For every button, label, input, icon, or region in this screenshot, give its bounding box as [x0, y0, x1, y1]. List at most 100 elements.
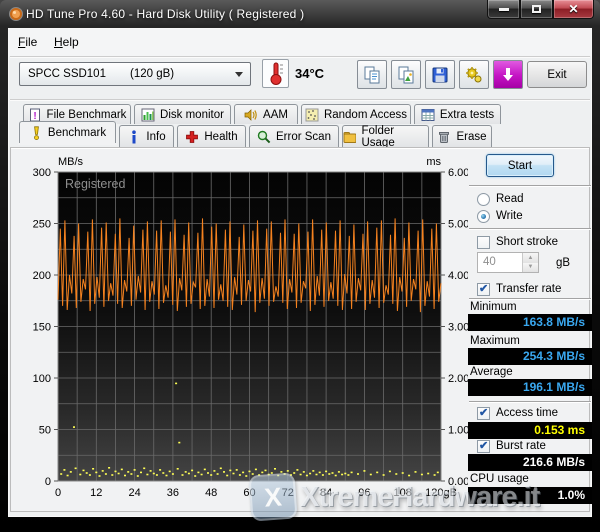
svg-text:0: 0 — [45, 476, 51, 488]
app-window: HD Tune Pro 4.60 - Hard Disk Utility ( R… — [0, 0, 600, 532]
svg-text:108: 108 — [394, 487, 412, 499]
svg-text:!: ! — [33, 111, 36, 122]
short-stroke-unit: gB — [556, 257, 570, 269]
tab-aam[interactable]: AAM — [234, 104, 298, 124]
temperature-button[interactable] — [262, 59, 289, 88]
tab-label: Benchmark — [48, 127, 106, 139]
access-time-label: Access time — [496, 407, 558, 419]
tab-disk-monitor[interactable]: Disk monitor — [134, 104, 231, 124]
tab-label: Erase — [456, 131, 486, 143]
svg-text:24: 24 — [128, 487, 140, 499]
transfer-rate-checkbox[interactable] — [477, 283, 490, 296]
save-button[interactable] — [425, 60, 455, 89]
svg-text:200: 200 — [33, 270, 51, 282]
svg-text:150: 150 — [33, 322, 51, 334]
stepper-down-icon[interactable]: ▼ — [523, 263, 538, 273]
svg-text:1.00: 1.00 — [448, 425, 468, 437]
minimize-button[interactable] — [487, 0, 520, 19]
menu-file[interactable]: File — [18, 35, 37, 49]
magnifier-icon — [257, 130, 271, 144]
tab-health[interactable]: Health — [177, 125, 246, 147]
toolbar-separator — [10, 99, 590, 101]
copy-text-button[interactable] — [357, 60, 387, 89]
disk-monitor-icon — [141, 108, 155, 122]
window-title: HD Tune Pro 4.60 - Hard Disk Utility ( R… — [26, 7, 304, 21]
write-radio[interactable] — [477, 210, 490, 223]
average-value: 196.1 MB/s — [468, 379, 592, 396]
tab-label: Random Access — [324, 109, 407, 121]
tab-info[interactable]: Info — [119, 125, 174, 147]
short-stroke-size-stepper[interactable]: 40 ▲ ▼ — [477, 252, 539, 273]
svg-text:120gB: 120gB — [425, 487, 457, 499]
tab-random-access[interactable]: Random Access — [301, 104, 411, 124]
write-label: Write — [496, 210, 523, 222]
svg-text:300: 300 — [33, 167, 51, 179]
close-button[interactable]: ✕ — [553, 0, 594, 19]
copy-image-icon — [396, 65, 416, 85]
stepper-up-icon[interactable]: ▲ — [523, 253, 538, 263]
menu-separator — [10, 56, 590, 58]
tab-label: Error Scan — [276, 131, 331, 143]
app-icon — [8, 6, 24, 22]
svg-text:Registered: Registered — [65, 177, 125, 191]
info-icon — [127, 130, 141, 144]
tab-label: Disk monitor — [160, 109, 224, 121]
options-button[interactable] — [459, 60, 489, 89]
title-bar[interactable]: HD Tune Pro 4.60 - Hard Disk Utility ( R… — [0, 0, 600, 28]
tab-folder-usage[interactable]: Folder Usage — [342, 125, 429, 147]
svg-text:3.00: 3.00 — [448, 322, 468, 334]
separator — [469, 298, 591, 300]
download-button[interactable] — [493, 60, 523, 89]
separator — [469, 228, 591, 230]
average-label: Average — [470, 366, 513, 378]
chevron-down-icon — [235, 72, 243, 77]
svg-text:ms: ms — [426, 156, 441, 168]
svg-text:2.00: 2.00 — [448, 373, 468, 385]
tab-benchmark[interactable]: Benchmark — [19, 121, 116, 143]
burst-rate-checkbox[interactable] — [477, 440, 490, 453]
svg-text:5.00: 5.00 — [448, 219, 468, 231]
drive-select-dropdown[interactable]: SPCC SSD101 (120 gB) — [19, 62, 251, 86]
read-label: Read — [496, 193, 524, 205]
minimum-label: Minimum — [470, 301, 517, 313]
tab-erase[interactable]: Erase — [432, 125, 492, 147]
minimum-value: 163.8 MB/s — [468, 314, 592, 331]
cpu-usage-value: 1.0% — [468, 487, 592, 504]
copy-image-button[interactable] — [391, 60, 421, 89]
menu-bar: File Help — [9, 29, 591, 56]
access-time-value: 0.153 ms — [468, 422, 592, 439]
separator — [469, 401, 591, 403]
maximize-button[interactable] — [520, 0, 553, 19]
tab-label: Info — [146, 131, 165, 143]
tab-label: File Benchmark — [47, 109, 127, 121]
access-time-checkbox[interactable] — [477, 407, 490, 420]
thermometer-icon — [263, 60, 288, 87]
drive-capacity: (120 gB) — [130, 68, 174, 80]
separator — [469, 185, 591, 187]
svg-text:6.00: 6.00 — [448, 167, 468, 179]
download-arrow-icon — [498, 65, 518, 85]
short-stroke-value: 40 — [478, 253, 522, 272]
exit-button[interactable]: Exit — [527, 61, 587, 88]
health-cross-icon — [185, 130, 199, 144]
cpu-usage-label: CPU usage — [470, 473, 529, 485]
tab-label: Health — [204, 131, 237, 143]
svg-text:48: 48 — [205, 487, 217, 499]
read-radio[interactable] — [477, 193, 490, 206]
start-button[interactable]: Start — [486, 154, 554, 177]
tab-label: Extra tests — [440, 109, 494, 121]
tab-error-scan[interactable]: Error Scan — [249, 125, 339, 147]
svg-text:96: 96 — [358, 487, 370, 499]
close-icon: ✕ — [568, 3, 578, 15]
save-icon — [430, 65, 450, 85]
copy-text-icon — [362, 65, 382, 85]
svg-text:50: 50 — [39, 425, 51, 437]
short-stroke-checkbox[interactable] — [477, 236, 490, 249]
benchmark-chart: RegisteredMB/sms3002502001501005006.005.… — [20, 150, 468, 502]
svg-text:84: 84 — [320, 487, 332, 499]
tab-extra-tests[interactable]: Extra tests — [414, 104, 501, 124]
svg-text:0: 0 — [55, 487, 61, 499]
menu-help[interactable]: Help — [54, 35, 79, 49]
maximum-value: 254.3 MB/s — [468, 348, 592, 365]
transfer-rate-label: Transfer rate — [496, 283, 561, 295]
